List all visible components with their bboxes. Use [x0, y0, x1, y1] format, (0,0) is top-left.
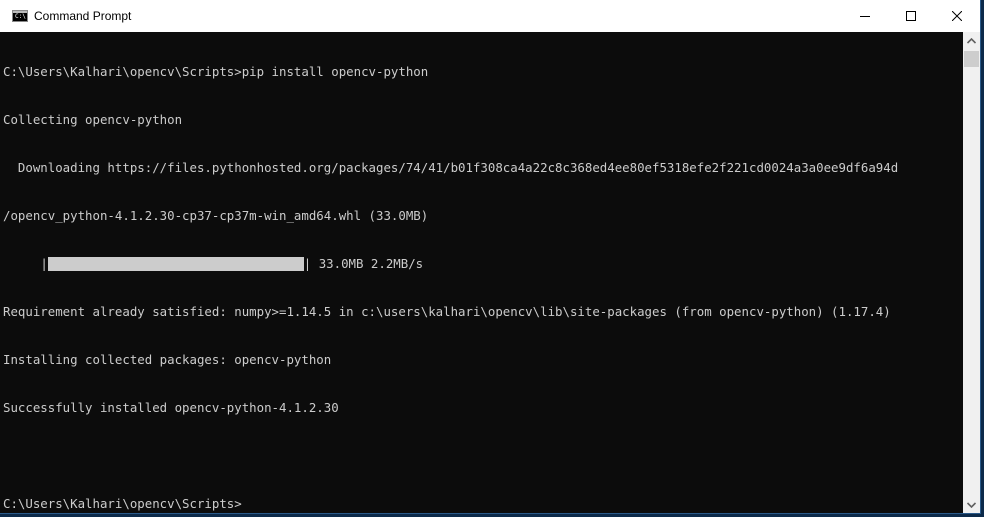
- cmd-icon-text: C:\: [15, 13, 26, 20]
- chevron-up-icon: [967, 37, 976, 44]
- console-line: Downloading https://files.pythonhosted.o…: [3, 160, 899, 175]
- console-line: Collecting opencv-python: [3, 112, 183, 127]
- maximize-icon: [906, 11, 916, 21]
- scroll-down-button[interactable]: [963, 496, 980, 513]
- progress-bar-fill: [47, 257, 304, 271]
- command-prompt-line[interactable]: C:\Users\Kalhari\opencv\Scripts>: [3, 496, 963, 512]
- minimize-button[interactable]: [842, 0, 888, 32]
- cmd-icon[interactable]: C:\: [12, 10, 28, 22]
- title-bar[interactable]: C:\ Command Prompt: [0, 0, 980, 32]
- console-line: Requirement already satisfied: numpy>=1.…: [3, 304, 891, 319]
- vertical-scrollbar[interactable]: [963, 32, 980, 513]
- scroll-up-button[interactable]: [963, 32, 980, 49]
- download-progress: | | 33.0MB 2.2MB/s: [3, 256, 963, 272]
- progress-left-edge: |: [40, 256, 48, 271]
- progress-right-edge: |: [303, 256, 312, 271]
- console-line: /opencv_python-4.1.2.30-cp37-cp37m-win_a…: [3, 208, 429, 223]
- progress-stats: 33.0MB 2.2MB/s: [311, 256, 424, 271]
- scroll-thumb[interactable]: [964, 51, 979, 67]
- close-icon: [952, 11, 962, 21]
- console-line: Successfully installed opencv-python-4.1…: [3, 400, 339, 415]
- maximize-button[interactable]: [888, 0, 934, 32]
- close-button[interactable]: [934, 0, 980, 32]
- caption-buttons: [842, 0, 980, 32]
- minimize-icon: [860, 16, 870, 17]
- console-line: C:\Users\Kalhari\opencv\Scripts>pip inst…: [3, 64, 429, 79]
- progress-indent: [3, 256, 40, 272]
- console-line: Installing collected packages: opencv-py…: [3, 352, 332, 367]
- chevron-down-icon: [967, 501, 976, 508]
- console-output[interactable]: C:\Users\Kalhari\opencv\Scripts>pip inst…: [0, 32, 963, 513]
- window-title: Command Prompt: [34, 9, 132, 23]
- command-prompt-window: C:\ Command Prompt C:\Users\Kalhari\open…: [0, 0, 981, 514]
